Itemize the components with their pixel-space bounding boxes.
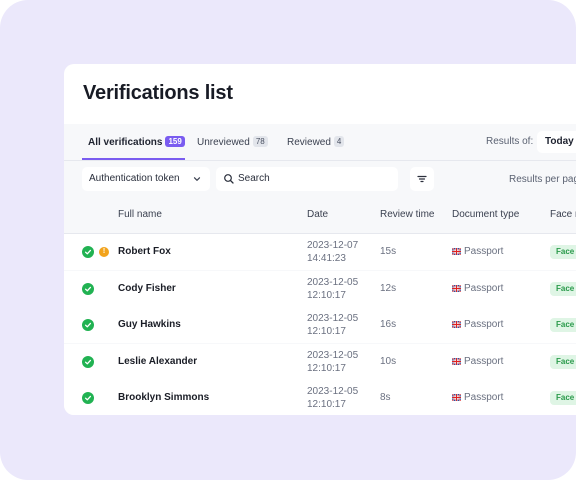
full-name: Guy Hawkins (118, 319, 181, 330)
face-match-badge: Face m (550, 391, 576, 405)
document-type-label: Passport (464, 282, 504, 294)
column-header-date[interactable]: Date (307, 209, 328, 220)
document-type-label: Passport (464, 355, 504, 367)
face-match-badge: Face m (550, 281, 576, 296)
tab-label: Unreviewed (197, 137, 250, 148)
document-type: Passport (452, 283, 503, 294)
time-value: 12:10:17 (307, 289, 346, 301)
review-time: 8s (380, 392, 391, 403)
document-type: Passport (452, 319, 503, 330)
column-header-review-time[interactable]: Review time (380, 209, 434, 220)
date-value: 2023-12-05 (307, 386, 359, 397)
face-match-badge: Face m (550, 318, 576, 332)
date-cell: 2023-12-05 12:10:17 (307, 349, 358, 375)
filter-button[interactable] (410, 167, 434, 191)
document-type: Passport (452, 246, 503, 257)
check-glyph (84, 286, 92, 291)
date-cell: 2023-12-05 12:10:17 (307, 312, 358, 338)
verified-check-icon (82, 355, 94, 368)
date-value: 2023-12-05 (307, 313, 359, 324)
date-value: 2023-12-05 (307, 276, 359, 288)
face-match-badge: Face m (550, 245, 576, 259)
check-glyph (84, 395, 92, 401)
tab-unreviewed[interactable]: Unreviewed 78 (197, 136, 268, 148)
authentication-token-select[interactable]: Authentication token (82, 167, 210, 191)
uk-flag-icon (452, 321, 461, 328)
filter-icon (417, 175, 427, 183)
tab-count-badge: 159 (165, 136, 185, 147)
verified-check-icon (82, 282, 94, 295)
warning-icon: ! (99, 247, 109, 257)
tab-bar: All verifications 159 Unreviewed 78 Review… (64, 124, 576, 161)
verified-check-icon (82, 392, 94, 404)
document-type-label: Passport (464, 319, 504, 330)
time-value: 12:10:17 (307, 362, 346, 374)
check-glyph (84, 359, 92, 364)
table-row[interactable]: ! Robert Fox 2023-12-07 14:41:23 15s Passport… (64, 234, 576, 270)
page-background: Verifications list All verifications 159 … (0, 0, 576, 480)
uk-flag-icon (452, 284, 461, 292)
active-tab-indicator (82, 158, 185, 160)
review-time: 10s (380, 355, 397, 367)
table-row[interactable]: Brooklyn Simmons 2023-12-05 12:10:17 8s Pass… (64, 380, 576, 415)
date-range-select[interactable]: Today (537, 131, 576, 153)
table-header: Full name Date Review time Document type… (64, 197, 576, 234)
search-input[interactable]: Search (216, 167, 398, 191)
select-value: Authentication token (89, 173, 180, 184)
table-row[interactable]: Guy Hawkins 2023-12-05 12:10:17 16s Passport… (64, 307, 576, 343)
review-time: 12s (380, 282, 397, 294)
table-row[interactable]: Cody Fisher 2023-12-05 12:10:17 12s Passport… (64, 270, 576, 307)
table-row[interactable]: Leslie Alexander 2023-12-05 12:10:17 10s Pas… (64, 343, 576, 380)
full-name: Leslie Alexander (118, 355, 198, 367)
tab-count-badge: 4 (333, 136, 345, 147)
time-value: 12:10:17 (307, 326, 346, 337)
full-name: Cody Fisher (118, 282, 176, 294)
full-name: Robert Fox (118, 246, 171, 257)
tab-label: Reviewed (287, 137, 331, 148)
uk-flag-icon (452, 394, 461, 401)
results-per-page-label: Results per pag (509, 174, 576, 185)
tab-all-verifications[interactable]: All verifications 159 (88, 136, 185, 148)
uk-flag-icon (452, 248, 461, 255)
verifications-panel: Verifications list All verifications 159 … (64, 64, 576, 415)
document-type: Passport (452, 356, 503, 367)
review-time: 15s (380, 246, 397, 257)
time-value: 12:10:17 (307, 399, 346, 410)
verified-check-icon (82, 246, 94, 258)
full-name: Brooklyn Simmons (118, 392, 210, 403)
chevron-down-icon (193, 177, 201, 181)
document-type-label: Passport (464, 246, 504, 257)
results-of-label: Results of: (486, 136, 534, 147)
check-glyph (84, 249, 92, 255)
document-type-label: Passport (464, 392, 504, 403)
document-type: Passport (452, 392, 503, 403)
tab-label: All verifications (88, 137, 163, 148)
column-header-face-match[interactable]: Face m (550, 209, 576, 220)
time-value: 14:41:23 (307, 253, 346, 264)
review-time: 16s (380, 319, 397, 330)
date-value: 2023-12-07 (307, 240, 359, 251)
date-cell: 2023-12-05 12:10:17 (307, 385, 358, 411)
date-value: 2023-12-05 (307, 349, 359, 361)
verified-check-icon (82, 319, 94, 331)
page-title: Verifications list (83, 82, 233, 104)
search-icon (224, 174, 234, 184)
tab-reviewed[interactable]: Reviewed 4 (287, 136, 345, 148)
date-cell: 2023-12-05 12:10:17 (307, 276, 358, 302)
check-glyph (84, 322, 92, 328)
date-cell: 2023-12-07 14:41:23 (307, 239, 358, 265)
tab-count-badge: 78 (252, 136, 268, 147)
face-match-badge: Face m (550, 354, 576, 369)
search-placeholder: Search (238, 173, 270, 184)
column-header-full-name[interactable]: Full name (118, 209, 162, 220)
column-header-document-type[interactable]: Document type (452, 209, 519, 220)
uk-flag-icon (452, 357, 461, 365)
